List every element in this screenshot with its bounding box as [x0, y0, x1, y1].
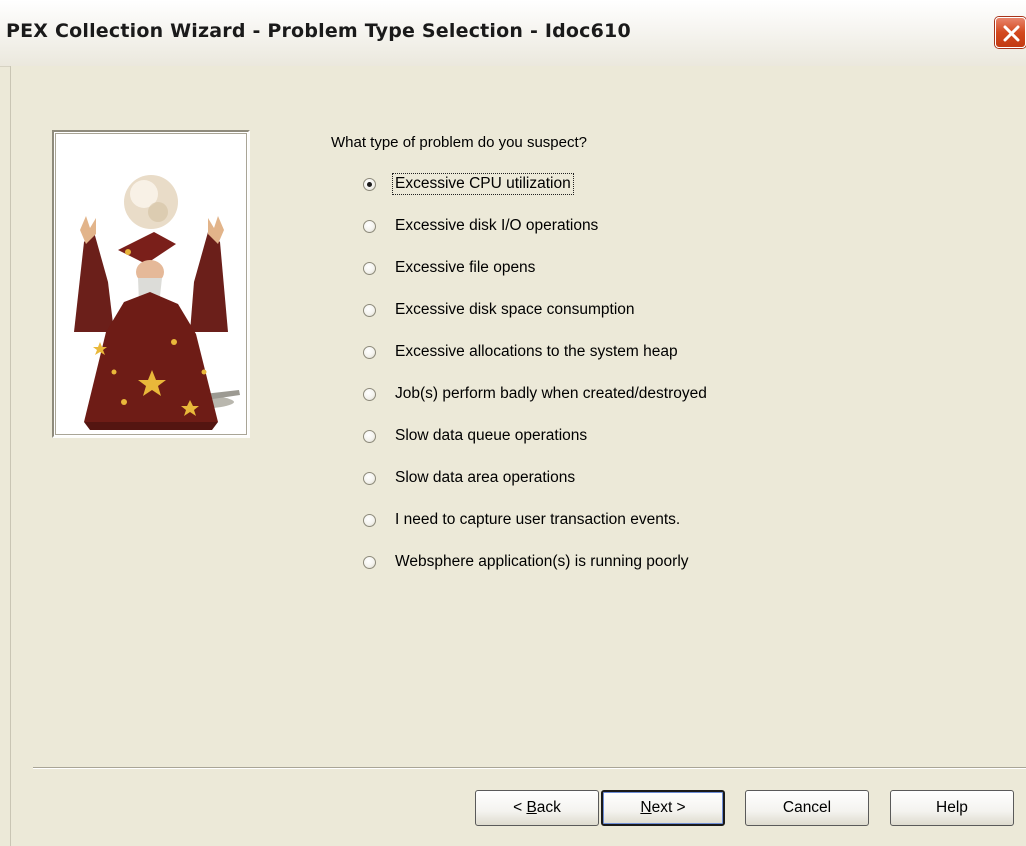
radio-button[interactable]	[363, 304, 376, 317]
radio-button[interactable]	[363, 220, 376, 233]
radio-button[interactable]	[363, 472, 376, 485]
back-button[interactable]: < Back	[475, 790, 599, 826]
window-title: PEX Collection Wizard - Problem Type Sel…	[6, 20, 631, 42]
radio-button[interactable]	[363, 346, 376, 359]
wizard-window: PEX Collection Wizard - Problem Type Sel…	[0, 0, 1026, 846]
title-bar[interactable]: PEX Collection Wizard - Problem Type Sel…	[0, 0, 1026, 67]
radio-button[interactable]	[363, 178, 376, 191]
wizard-figure-icon	[74, 175, 240, 430]
radio-button[interactable]	[363, 556, 376, 569]
option-label[interactable]: Websphere application(s) is running poor…	[393, 552, 691, 572]
option-label[interactable]: Excessive allocations to the system heap	[393, 342, 680, 362]
wizard-content: What type of problem do you suspect? Exc…	[10, 66, 1026, 846]
cancel-button[interactable]: Cancel	[745, 790, 869, 826]
close-button[interactable]	[995, 17, 1026, 48]
help-button[interactable]: Help	[890, 790, 1014, 826]
radio-button[interactable]	[363, 262, 376, 275]
option-label[interactable]: Slow data area operations	[393, 468, 577, 488]
option-label[interactable]: Excessive file opens	[393, 258, 537, 278]
option-label[interactable]: Excessive disk space consumption	[393, 300, 637, 320]
next-button[interactable]: Next >	[601, 790, 725, 826]
option-label[interactable]: Excessive CPU utilization	[392, 173, 574, 195]
option-label[interactable]: Slow data queue operations	[393, 426, 589, 446]
close-icon	[1003, 25, 1020, 42]
button-separator	[33, 767, 1026, 769]
radio-button[interactable]	[363, 388, 376, 401]
option-label[interactable]: Excessive disk I/O operations	[393, 216, 600, 236]
option-label[interactable]: Job(s) perform badly when created/destro…	[393, 384, 709, 404]
radio-button[interactable]	[363, 430, 376, 443]
question-label: What type of problem do you suspect?	[331, 134, 587, 151]
wizard-illustration	[52, 130, 250, 438]
option-label[interactable]: I need to capture user transaction event…	[393, 510, 682, 530]
radio-button[interactable]	[363, 514, 376, 527]
